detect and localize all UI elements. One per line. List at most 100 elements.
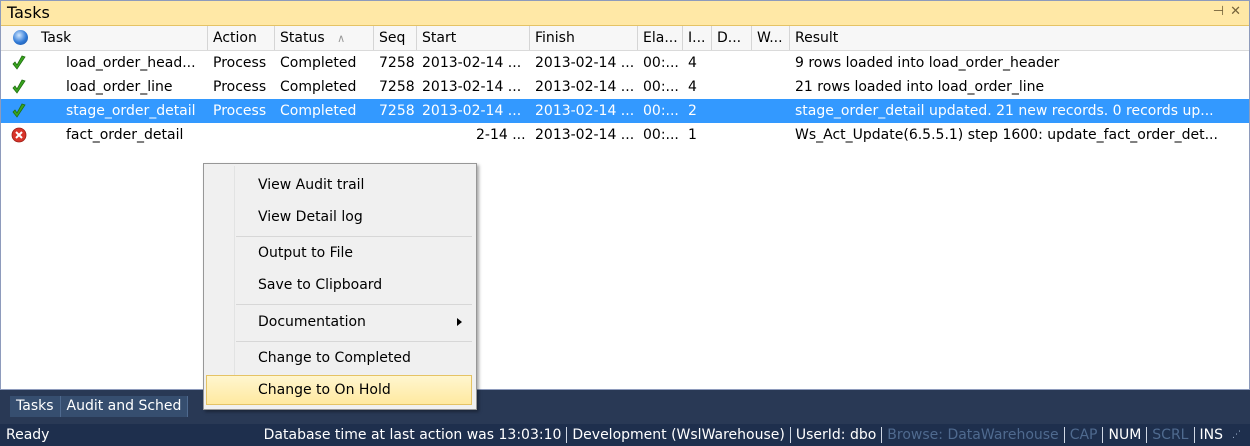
result-cell: 21 rows loaded into load_order_line	[795, 79, 1045, 95]
column-header-i[interactable]: I...	[683, 26, 712, 50]
status-ready-text: Ready	[6, 427, 50, 443]
finish-cell: 2013-02-14 ...	[535, 103, 635, 119]
column-header-result-label: Result	[795, 30, 839, 46]
i-cell: 4	[688, 55, 697, 71]
column-header-w[interactable]: W...	[752, 26, 790, 50]
menu-item-save-to-clipboard[interactable]: Save to Clipboard	[206, 270, 472, 300]
table-row[interactable]: load_order_head... Process Completed 725…	[1, 51, 1249, 75]
menu-item-change-to-completed[interactable]: Change to Completed	[206, 343, 472, 373]
i-cell: 4	[688, 79, 697, 95]
caps-lock-indicator: CAP	[1069, 427, 1098, 443]
seq-cell: 7258	[379, 55, 415, 71]
start-cell: 2013-02-14 ...	[422, 103, 522, 119]
table-row[interactable]: load_order_line Process Completed 7258 2…	[1, 75, 1249, 99]
column-header-start[interactable]: Start	[417, 26, 530, 50]
status-cell: Completed	[280, 79, 357, 95]
menu-item-documentation[interactable]: Documentation	[206, 307, 472, 337]
close-icon[interactable]: ✕	[1230, 4, 1241, 19]
column-header-d[interactable]: D...	[712, 26, 752, 50]
task-cell: load_order_head...	[66, 55, 196, 71]
task-cell: stage_order_detail	[66, 103, 196, 119]
menu-item-view-detail-log[interactable]: View Detail log	[206, 202, 472, 232]
finish-cell: 2013-02-14 ...	[535, 55, 635, 71]
i-cell: 1	[688, 127, 697, 143]
action-cell	[208, 123, 275, 147]
tab-tasks[interactable]: Tasks	[10, 396, 61, 417]
start-cell: 2013-02-14 ...	[422, 55, 522, 71]
status-indicators: Database time at last action was 13:03:1…	[259, 424, 1242, 446]
menu-item-view-audit-trail[interactable]: View Audit trail	[206, 170, 472, 200]
column-header-action-label: Action	[213, 30, 257, 46]
menu-separator	[236, 236, 472, 237]
pin-icon[interactable]: ⊣	[1213, 4, 1224, 19]
column-header-seq[interactable]: Seq	[374, 26, 417, 50]
tasks-panel: Tasks ⊣ ✕ Task Action Status ∧ Seq Start…	[0, 0, 1250, 390]
status-cell: Completed	[280, 55, 357, 71]
db-time-status: Database time at last action was 13:03:1…	[263, 427, 562, 443]
task-cell: load_order_line	[66, 79, 173, 95]
sort-ascending-icon: ∧	[337, 32, 346, 45]
start-cell: 2-14 ...	[476, 127, 526, 143]
column-header-status[interactable]: Status ∧	[275, 26, 374, 50]
seq-cell	[374, 123, 417, 147]
info-globe-icon	[13, 30, 28, 45]
action-cell: Process	[213, 103, 267, 119]
userid-status: UserId: dbo	[795, 427, 877, 443]
resize-grip-icon[interactable]: ⋰	[1232, 429, 1242, 441]
finish-cell: 2013-02-14 ...	[535, 79, 635, 95]
result-cell: Ws_Act_Update(6.5.5.1) step 1600: update…	[795, 127, 1218, 143]
tab-audit-and-scheduler-log[interactable]: Audit and Sched	[60, 396, 189, 417]
elapsed-cell: 00:...	[643, 127, 679, 143]
context-menu: View Audit trail View Detail log Output …	[203, 163, 477, 410]
result-cell: 9 rows loaded into load_order_header	[795, 55, 1060, 71]
success-check-icon	[12, 55, 26, 70]
column-header-finish-label: Finish	[535, 30, 575, 46]
submenu-arrow-icon	[457, 318, 462, 326]
column-header-seq-label: Seq	[379, 30, 406, 46]
menu-separator	[236, 304, 472, 305]
environment-status: Development (WslWarehouse)	[572, 427, 785, 443]
finish-cell: 2013-02-14 ...	[535, 127, 635, 143]
status-cell: Completed	[280, 103, 357, 119]
result-cell: stage_order_detail updated. 21 new recor…	[795, 103, 1214, 119]
column-header-d-label: D...	[717, 30, 742, 46]
browse-status: Browse: DataWarehouse	[887, 427, 1059, 443]
start-cell: 2013-02-14 ...	[422, 79, 522, 95]
menu-item-change-to-on-hold[interactable]: Change to On Hold	[206, 375, 472, 405]
num-lock-indicator: NUM	[1108, 427, 1142, 443]
column-header-status-label: Status	[280, 30, 325, 46]
status-cell	[275, 123, 374, 147]
column-header-elapsed[interactable]: Ela...	[638, 26, 683, 50]
task-cell: fact_order_detail	[66, 127, 184, 143]
bottom-tab-strip: Tasks Audit and Sched	[10, 396, 189, 417]
table-row[interactable]: fact_order_detail 2-14 ... 2013-02-14 ..…	[1, 123, 1249, 147]
panel-title-controls: ⊣ ✕	[1213, 4, 1241, 19]
elapsed-cell: 00:...	[643, 103, 679, 119]
menu-separator	[236, 341, 472, 342]
column-header-i-label: I...	[688, 30, 706, 46]
table-row-selected[interactable]: stage_order_detail Process Completed 725…	[1, 99, 1249, 123]
success-check-icon	[12, 103, 26, 118]
column-header-result[interactable]: Result	[790, 26, 1249, 50]
menu-item-output-to-file[interactable]: Output to File	[206, 238, 472, 268]
column-header-task-label: Task	[41, 30, 72, 46]
insert-mode-indicator: INS	[1199, 427, 1224, 443]
elapsed-cell: 00:...	[643, 79, 679, 95]
panel-titlebar: Tasks ⊣ ✕	[1, 1, 1249, 26]
panel-title: Tasks	[7, 3, 50, 22]
column-header-elapsed-label: Ela...	[643, 30, 678, 46]
status-bar: Ready Database time at last action was 1…	[0, 424, 1250, 446]
success-check-icon	[12, 79, 26, 94]
seq-cell: 7258	[379, 79, 415, 95]
elapsed-cell: 00:...	[643, 55, 679, 71]
grid-header: Task Action Status ∧ Seq Start Finish El…	[1, 26, 1249, 51]
scroll-lock-indicator: SCRL	[1152, 427, 1189, 443]
column-header-task[interactable]: Task	[1, 26, 208, 50]
column-header-action[interactable]: Action	[208, 26, 275, 50]
action-cell: Process	[213, 79, 267, 95]
action-cell: Process	[213, 55, 267, 71]
i-cell: 2	[688, 103, 697, 119]
column-header-start-label: Start	[422, 30, 457, 46]
error-icon	[11, 127, 27, 143]
column-header-finish[interactable]: Finish	[530, 26, 638, 50]
